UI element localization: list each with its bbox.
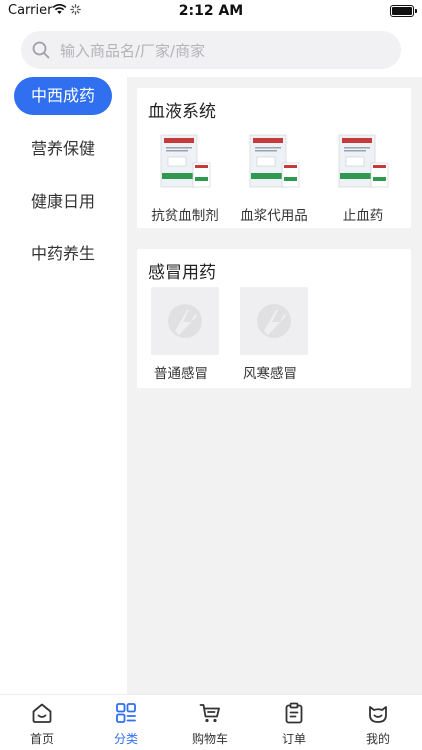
product-label: 抗贫血制剂 bbox=[151, 208, 219, 224]
product-tile[interactable]: 抗贫血制剂 bbox=[141, 133, 229, 228]
clipboard-icon bbox=[285, 702, 303, 724]
status-bar: Carrier 2:12 AM bbox=[0, 0, 422, 24]
section-title: 血液系统 bbox=[148, 102, 216, 122]
product-tile[interactable]: 普通感冒 bbox=[137, 287, 225, 385]
placeholder-logo-icon bbox=[168, 304, 202, 338]
section-card-cold-medicine: 感冒用药 普通感冒 风寒感冒 bbox=[137, 249, 411, 388]
bottom-tab-bar: 首页 分类 购物车 订单 我的 bbox=[0, 694, 422, 750]
section-title: 感冒用药 bbox=[148, 263, 216, 283]
tab-label: 我的 bbox=[365, 732, 390, 746]
product-label: 风寒感冒 bbox=[243, 366, 297, 382]
product-tile[interactable]: 止血药 bbox=[319, 133, 407, 228]
product-label: 止血药 bbox=[342, 208, 384, 224]
product-tile[interactable]: 血浆代用品 bbox=[230, 133, 318, 228]
tab-label: 订单 bbox=[281, 732, 306, 746]
category-content: 血液系统 抗贫血制剂 血浆代用品 止血药 感冒用药 普通感冒 风寒感冒 bbox=[127, 77, 422, 694]
status-time: 2:12 AM bbox=[178, 3, 244, 19]
medicine-box-image bbox=[249, 134, 300, 188]
image-placeholder bbox=[240, 287, 308, 355]
battery-icon bbox=[390, 5, 417, 17]
search-input[interactable]: 输入商品名/厂家/商家 bbox=[21, 31, 401, 69]
profile-face-icon bbox=[369, 706, 387, 723]
section-card-blood-system: 血液系统 抗贫血制剂 血浆代用品 止血药 bbox=[137, 88, 411, 228]
tab-home[interactable]: 首页 bbox=[0, 695, 84, 750]
sidebar-item-daily-health[interactable]: 健康日用 bbox=[14, 183, 112, 221]
search-placeholder: 输入商品名/厂家/商家 bbox=[60, 42, 206, 60]
product-tile[interactable]: 风寒感冒 bbox=[226, 287, 314, 385]
sidebar-item-nutrition[interactable]: 营养保健 bbox=[14, 130, 112, 168]
tab-category[interactable]: 分类 bbox=[84, 695, 168, 750]
sidebar-item-tcm[interactable]: 中药养生 bbox=[14, 235, 112, 273]
product-label: 普通感冒 bbox=[154, 366, 208, 382]
home-icon bbox=[32, 703, 52, 723]
search-icon bbox=[32, 41, 50, 59]
tab-label: 分类 bbox=[113, 732, 138, 746]
placeholder-logo-icon bbox=[257, 304, 291, 338]
product-label: 血浆代用品 bbox=[240, 208, 308, 224]
category-grid-icon bbox=[116, 703, 136, 723]
category-sidebar: 中西成药 营养保健 健康日用 中药养生 bbox=[0, 77, 127, 694]
image-placeholder bbox=[151, 287, 219, 355]
medicine-box-image bbox=[338, 134, 389, 188]
medicine-box-image bbox=[160, 134, 211, 188]
sidebar-item-western-medicine[interactable]: 中西成药 bbox=[14, 77, 112, 115]
tab-cart[interactable]: 购物车 bbox=[168, 695, 252, 750]
tab-label: 首页 bbox=[29, 732, 54, 746]
cart-icon bbox=[199, 704, 220, 723]
tab-label: 购物车 bbox=[191, 732, 228, 746]
tab-orders[interactable]: 订单 bbox=[252, 695, 336, 750]
tab-profile[interactable]: 我的 bbox=[336, 695, 420, 750]
